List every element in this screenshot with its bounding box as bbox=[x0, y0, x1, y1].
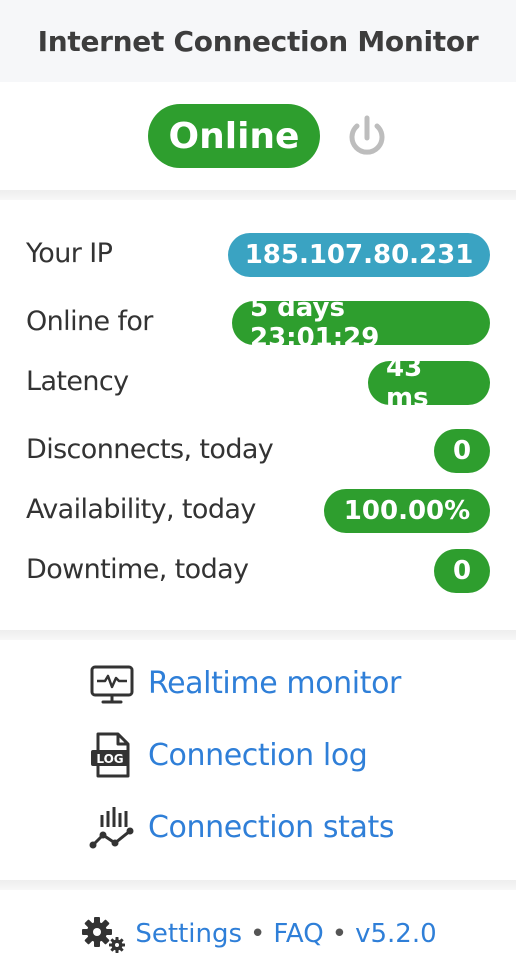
connection-stats-label[interactable]: Connection stats bbox=[148, 810, 394, 845]
svg-text:LOG: LOG bbox=[96, 752, 123, 766]
version-link[interactable]: v5.2.0 bbox=[355, 919, 437, 949]
realtime-monitor-label[interactable]: Realtime monitor bbox=[148, 666, 401, 701]
separator: • bbox=[250, 919, 266, 949]
power-icon bbox=[349, 115, 385, 155]
stat-row-online-for: Online for 5 days 23:01:29 bbox=[0, 293, 516, 353]
stat-label: Online for bbox=[26, 306, 153, 337]
divider bbox=[0, 190, 516, 200]
latency-badge: 43 ms bbox=[368, 353, 490, 413]
footer: Settings • FAQ • v5.2.0 bbox=[0, 890, 516, 978]
connection-log-link[interactable]: LOG Connection log bbox=[88, 730, 368, 780]
log-file-icon: LOG bbox=[91, 732, 130, 778]
app-header: Internet Connection Monitor bbox=[0, 0, 516, 82]
divider bbox=[0, 630, 516, 640]
connection-log-label[interactable]: Connection log bbox=[148, 738, 368, 773]
realtime-monitor-link[interactable]: Realtime monitor bbox=[88, 658, 401, 708]
online-for-badge: 5 days 23:01:29 bbox=[232, 293, 490, 353]
stat-row-availability: Availability, today 100.00% bbox=[0, 486, 516, 534]
stat-row-disconnects: Disconnects, today 0 bbox=[0, 426, 516, 474]
divider bbox=[0, 880, 516, 890]
connection-stats-link[interactable]: Connection stats bbox=[88, 802, 394, 852]
stats-panel: Your IP 185.107.80.231 Online for 5 days… bbox=[0, 200, 516, 630]
stat-label: Your IP bbox=[26, 238, 113, 269]
separator: • bbox=[331, 919, 348, 949]
stat-label: Latency bbox=[26, 366, 129, 397]
gears-icon bbox=[82, 917, 126, 953]
app-title: Internet Connection Monitor bbox=[37, 24, 479, 58]
disconnects-badge: 0 bbox=[434, 429, 490, 473]
stat-label: Disconnects, today bbox=[26, 434, 274, 465]
settings-link[interactable]: Settings bbox=[135, 919, 242, 949]
stat-row-ip: Your IP 185.107.80.231 bbox=[0, 230, 516, 278]
stats-chart-icon bbox=[89, 807, 134, 849]
status-badge: Online bbox=[148, 104, 320, 168]
stat-label: Availability, today bbox=[26, 494, 256, 525]
stat-label: Downtime, today bbox=[26, 554, 249, 585]
monitor-icon bbox=[90, 665, 134, 704]
faq-link[interactable]: FAQ bbox=[273, 919, 323, 949]
downtime-badge: 0 bbox=[434, 549, 490, 593]
ip-badge: 185.107.80.231 bbox=[228, 233, 490, 277]
stat-row-latency: Latency 43 ms bbox=[0, 353, 516, 413]
links-panel: Realtime monitor LOG Connection log Conn… bbox=[0, 640, 516, 880]
power-button[interactable] bbox=[342, 112, 392, 162]
stat-row-downtime: Downtime, today 0 bbox=[0, 546, 516, 594]
availability-badge: 100.00% bbox=[324, 489, 490, 533]
status-row: Online bbox=[0, 82, 516, 190]
